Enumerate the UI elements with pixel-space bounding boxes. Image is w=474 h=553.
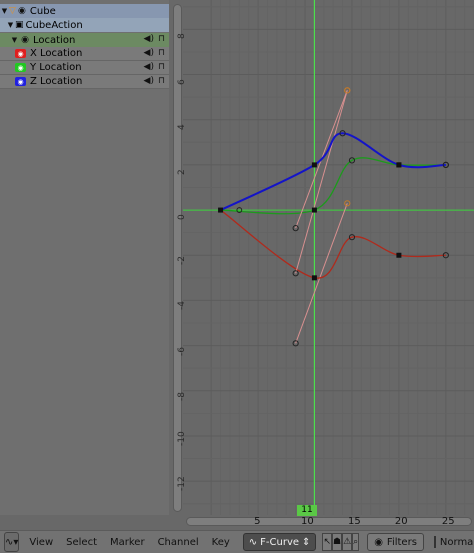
channel-label: CubeAction xyxy=(25,19,83,31)
x-location-handle-point xyxy=(344,200,351,207)
speaker-icon[interactable]: ◀) xyxy=(144,76,154,86)
x-tick-label: 25 xyxy=(441,516,455,527)
y-tick-label: 2 xyxy=(177,169,187,175)
action-icon: ▣ xyxy=(15,20,24,30)
only-selected-button[interactable]: ↖ xyxy=(322,533,332,551)
channel-label: X Location xyxy=(30,48,83,59)
channel-label: Y Location xyxy=(30,62,82,73)
object-icon: ▽ xyxy=(9,6,16,16)
y-tick-label: 4 xyxy=(177,123,187,130)
x-tick-label: 15 xyxy=(347,516,361,527)
x-tick-label: 5 xyxy=(254,516,261,527)
y-tick-label: -2 xyxy=(177,256,187,266)
lock-icon[interactable]: ⊓ xyxy=(158,34,165,44)
only-errors-button[interactable]: ⚠ xyxy=(342,533,353,551)
cursor-icon: ↖ xyxy=(323,537,331,547)
filters-label: Filters xyxy=(386,536,417,548)
y-location-keyframe xyxy=(311,207,317,213)
speaker-icon[interactable]: ◀) xyxy=(144,62,154,72)
y-location-handle-line xyxy=(295,90,348,274)
channel-y-location[interactable]: ◉ Y Location ◀) ⊓ xyxy=(0,61,169,75)
ghost-icon: ☗ xyxy=(332,537,342,547)
mode-select[interactable]: ∿ F-Curve ⇕ xyxy=(242,533,317,551)
channel-x-location[interactable]: ◉ X Location ◀) ⊓ xyxy=(0,47,169,61)
y-tick-label: -12 xyxy=(177,476,187,492)
eye-icon[interactable]: ◉ xyxy=(15,77,26,86)
y-tick-label: -6 xyxy=(177,346,187,356)
fcurve-icon: ∿ xyxy=(248,536,258,548)
y-tick-label: -4 xyxy=(177,301,187,311)
show-hidden-button[interactable]: ☗ xyxy=(331,533,343,551)
lock-icon[interactable]: ⊓ xyxy=(158,62,165,72)
keyframe-start xyxy=(218,207,224,213)
updown-icon: ⇕ xyxy=(302,536,311,548)
x-location-keyframe xyxy=(396,252,402,258)
current-frame-indicator[interactable]: 11 xyxy=(297,505,317,516)
horizontal-scrollbar[interactable] xyxy=(186,517,472,526)
channel-action[interactable]: ▼ ▣ CubeAction xyxy=(0,18,169,32)
y-tick-label: -8 xyxy=(177,391,187,401)
channel-label: Location xyxy=(33,34,76,46)
menu-select[interactable]: Select xyxy=(66,537,97,548)
graph-area[interactable] xyxy=(169,0,474,515)
search-button[interactable]: ⌕ xyxy=(352,533,360,551)
normalize-label: Normaliz xyxy=(439,536,474,548)
eye-icon[interactable]: ◉ xyxy=(15,63,26,72)
menu-marker[interactable]: Marker xyxy=(110,537,145,548)
menu-key[interactable]: Key xyxy=(212,537,230,548)
channel-label: Cube xyxy=(29,5,56,17)
filters-button[interactable]: ◉ Filters xyxy=(367,533,424,551)
y-tick-label: -10 xyxy=(177,431,187,446)
channel-list: ▼ ▽ ◉ Cube ▼ ▣ CubeAction ▼ ◉ Location ◀… xyxy=(0,0,169,515)
y-tick-label: 6 xyxy=(177,78,187,85)
eye-icon[interactable]: ◉ xyxy=(19,35,31,45)
filter-icon: ◉ xyxy=(374,536,383,548)
eye-icon[interactable]: ◉ xyxy=(15,49,26,58)
x-tick-label: 10 xyxy=(301,516,314,527)
fcurve-plot[interactable] xyxy=(169,0,474,515)
z-location-keyframe xyxy=(311,162,317,168)
expand-arrow-icon[interactable]: ▼ xyxy=(10,36,19,44)
expand-arrow-icon[interactable]: ▼ xyxy=(0,7,9,15)
y-tick-label: 8 xyxy=(177,33,187,40)
menu-channel[interactable]: Channel xyxy=(158,537,199,548)
mode-label: F-Curve xyxy=(260,536,300,548)
y-tick-label: 0 xyxy=(177,214,187,221)
speaker-icon[interactable]: ◀) xyxy=(144,48,154,58)
z-location-keyframe xyxy=(396,162,402,168)
channel-label: Z Location xyxy=(30,76,83,87)
eye-icon[interactable]: ◉ xyxy=(16,6,28,16)
lock-icon[interactable]: ⊓ xyxy=(158,76,165,86)
x-tick-label: 20 xyxy=(394,516,408,527)
channel-group-location[interactable]: ▼ ◉ Location ◀) ⊓ xyxy=(0,33,169,47)
channel-object[interactable]: ▼ ▽ ◉ Cube xyxy=(0,4,169,18)
lock-icon[interactable]: ⊓ xyxy=(158,48,165,58)
channel-z-location[interactable]: ◉ Z Location ◀) ⊓ xyxy=(0,75,169,89)
expand-arrow-icon[interactable]: ▼ xyxy=(6,21,15,29)
graph-editor-icon: ∿▾ xyxy=(5,536,19,548)
normalize-checkbox[interactable] xyxy=(433,536,436,548)
speaker-icon[interactable]: ◀) xyxy=(144,34,154,44)
search-icon: ⌕ xyxy=(353,537,359,547)
menu-view[interactable]: View xyxy=(29,537,53,548)
x-location-keyframe xyxy=(311,275,317,281)
editor-type-button[interactable]: ∿▾ xyxy=(4,532,20,552)
warning-icon: ⚠ xyxy=(343,537,352,547)
graph-editor-header: ∿▾ View Select Marker Channel Key ∿ F-Cu… xyxy=(0,530,474,553)
